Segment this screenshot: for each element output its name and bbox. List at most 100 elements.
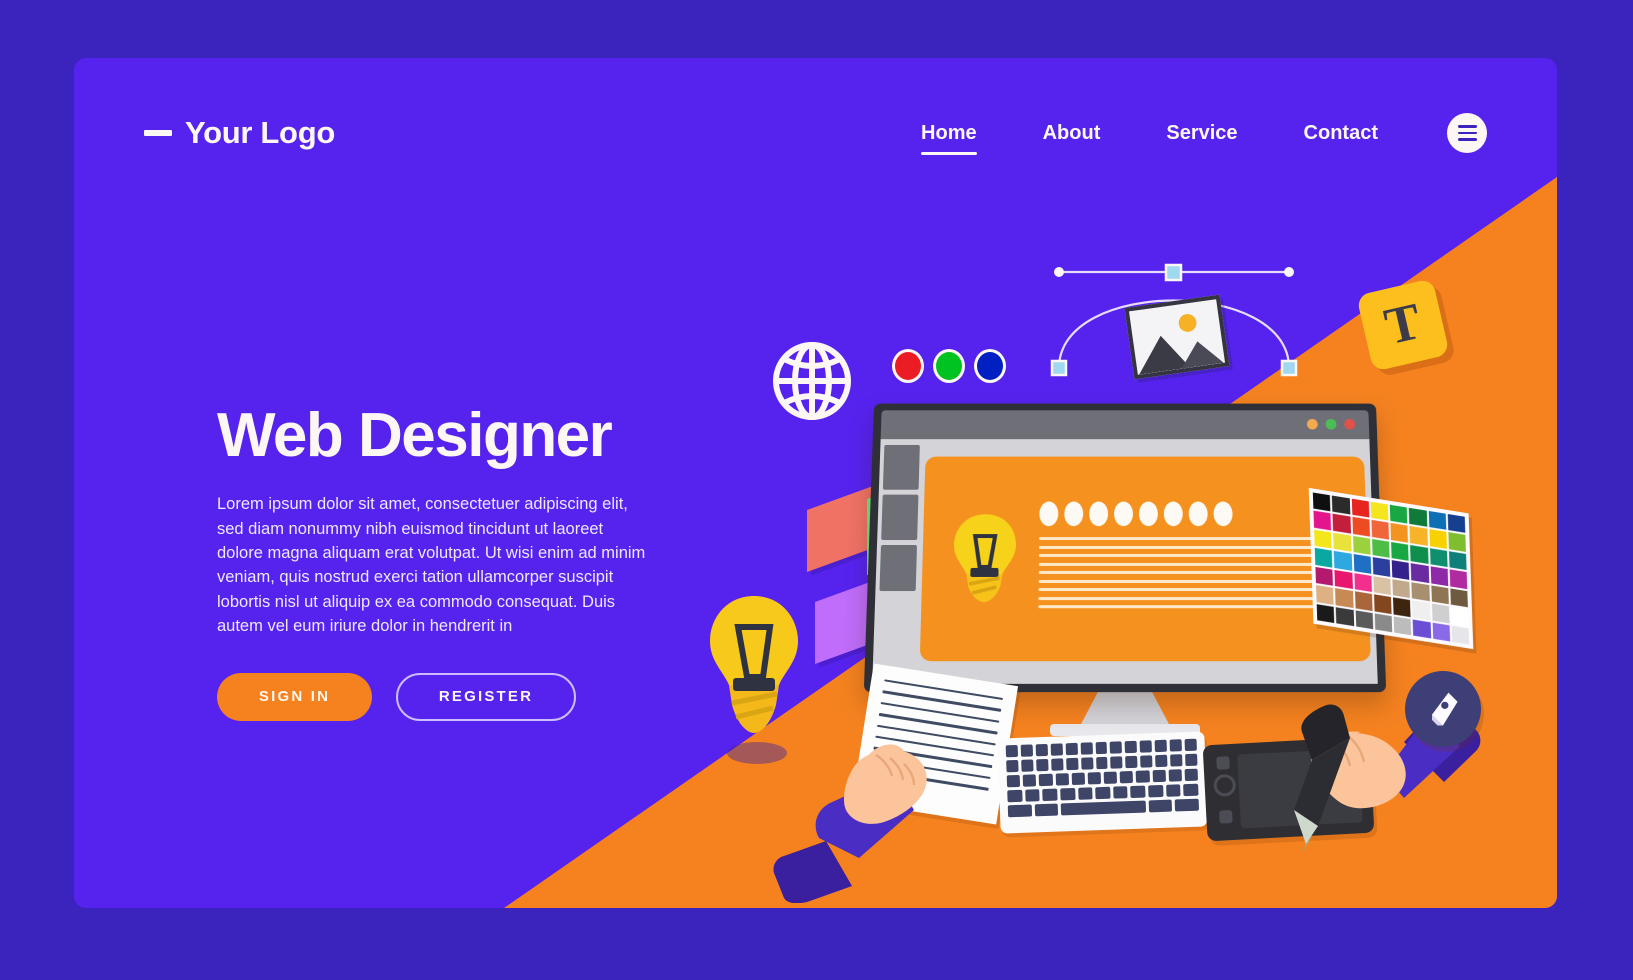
palette-swatch — [1352, 535, 1371, 555]
palette-swatch — [1428, 529, 1447, 549]
palette-swatch — [1353, 572, 1372, 593]
canvas-oval — [1188, 501, 1208, 527]
palette-swatch — [1313, 511, 1332, 531]
palette-swatch — [1410, 563, 1429, 583]
palette-swatch — [1412, 619, 1431, 639]
blue-color-dot — [974, 349, 1006, 383]
window-control-dots — [1306, 418, 1356, 430]
palette-swatch — [1430, 566, 1449, 586]
palette-swatch — [1334, 569, 1353, 589]
palette-swatch — [1355, 609, 1373, 630]
globe-icon — [773, 342, 851, 420]
palette-swatch — [1370, 501, 1389, 521]
burger-line — [1457, 131, 1477, 135]
palette-swatch — [1371, 520, 1390, 540]
nav-item-home[interactable]: Home — [888, 121, 1010, 155]
logo-text: Your Logo — [185, 115, 335, 150]
canvas-oval — [1138, 501, 1158, 527]
palette-swatch — [1312, 492, 1331, 512]
canvas-line — [1038, 554, 1342, 558]
canvas-line — [1038, 571, 1342, 575]
green-color-dot — [933, 349, 965, 383]
palette-swatch — [1412, 600, 1431, 620]
canvas-text-lines — [1038, 537, 1343, 609]
canvas-oval-row — [1039, 501, 1340, 527]
palette-swatch — [1335, 588, 1354, 608]
image-thumbnail-icon — [1124, 294, 1230, 380]
monitor-neck — [1079, 686, 1171, 728]
brand-logo[interactable]: Your Logo — [144, 115, 335, 151]
desktop-monitor — [863, 400, 1387, 736]
canvas-line — [1039, 537, 1341, 541]
canvas-content — [1038, 501, 1343, 614]
palette-swatch — [1409, 507, 1427, 528]
window-dot-close — [1344, 418, 1356, 430]
register-label: REGISTER — [438, 688, 534, 706]
palette-swatch — [1410, 544, 1429, 565]
palette-swatch — [1351, 517, 1370, 537]
palette-swatch — [1351, 498, 1370, 518]
palette-swatch — [1389, 504, 1408, 525]
nav-item-contact[interactable]: Contact — [1271, 122, 1411, 145]
palette-swatch — [1371, 538, 1390, 559]
canvas-oval — [1039, 501, 1059, 527]
nav-label: Home — [921, 121, 977, 144]
palette-swatch — [1450, 588, 1468, 608]
palette-swatch — [1314, 548, 1333, 568]
palette-swatch — [1432, 622, 1450, 642]
canvas-oval — [1089, 501, 1109, 527]
palette-swatch — [1354, 591, 1373, 611]
page-title: Web Designer — [217, 401, 613, 470]
palette-swatch — [1409, 526, 1428, 546]
dash-icon — [144, 130, 172, 136]
palette-swatch — [1448, 532, 1466, 552]
burger-line — [1457, 138, 1477, 141]
text-tool-badge: T — [1356, 278, 1450, 372]
hero-paragraph: Lorem ipsum dolor sit amet, consectetuer… — [217, 495, 646, 636]
monitor-screen — [872, 439, 1378, 684]
tablet-button — [1219, 809, 1233, 824]
keyboard-row — [1007, 798, 1200, 817]
sign-in-label: SIGN IN — [258, 688, 331, 706]
nav-label: About — [1042, 121, 1101, 144]
canvas-oval — [1213, 501, 1233, 527]
palette-swatch — [1374, 612, 1393, 633]
canvas-line — [1038, 588, 1343, 592]
toolbar-block — [879, 545, 917, 592]
canvas-line — [1038, 605, 1343, 609]
lightbulb-icon — [953, 513, 1017, 602]
text-tool-glyph: T — [1379, 292, 1427, 357]
burger-line — [1457, 125, 1477, 128]
canvas-oval — [1163, 501, 1183, 527]
design-canvas — [919, 456, 1371, 662]
hero-copy: Web Designer Lorem ipsum dolor sit amet,… — [217, 403, 677, 721]
palette-swatch — [1316, 585, 1334, 605]
main-navigation: Home About Service Contact — [888, 113, 1487, 155]
canvas-line — [1038, 579, 1343, 583]
palette-swatch — [1392, 597, 1411, 617]
palette-swatch — [1429, 547, 1448, 568]
palette-swatch — [1372, 557, 1391, 577]
cta-group: SIGN IN REGISTER — [217, 672, 677, 721]
hamburger-menu-icon[interactable] — [1447, 113, 1487, 153]
register-button[interactable]: REGISTER — [396, 672, 576, 721]
nav-label: Contact — [1303, 121, 1378, 144]
palette-swatch — [1447, 513, 1466, 534]
nav-item-about[interactable]: About — [1010, 122, 1134, 145]
sign-in-button[interactable]: SIGN IN — [217, 672, 372, 721]
palette-swatch — [1450, 606, 1469, 626]
sticky-note-red — [807, 485, 873, 573]
palette-swatch — [1314, 529, 1332, 549]
palette-swatch — [1332, 514, 1351, 534]
nav-item-service[interactable]: Service — [1133, 122, 1270, 145]
palette-swatch — [1316, 603, 1335, 624]
palette-swatch — [1428, 510, 1447, 531]
tablet-knob — [1213, 773, 1237, 797]
monitor-titlebar — [880, 410, 1370, 440]
palette-swatch — [1353, 554, 1372, 574]
nav-label: Service — [1166, 121, 1238, 144]
palette-swatch — [1373, 594, 1392, 614]
pen-tool-icon — [1405, 671, 1481, 747]
keyboard-icon — [997, 731, 1208, 834]
hero-card: Your Logo Home About Service Contact T W… — [74, 58, 1557, 908]
